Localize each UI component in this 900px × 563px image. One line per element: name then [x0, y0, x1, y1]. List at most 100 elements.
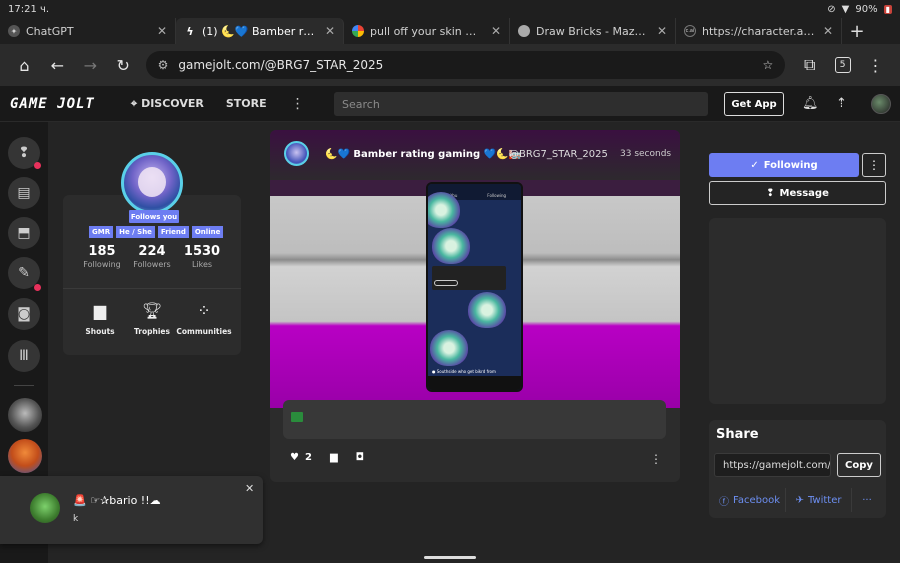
notification-dot — [34, 284, 41, 291]
address-url: gamejolt.com/@BRG7_STAR_2025 — [178, 58, 384, 72]
facebook-share-button[interactable]: ⓕ Facebook — [714, 488, 786, 512]
toast-message: k — [73, 514, 79, 524]
battery-level: 90% — [855, 3, 878, 15]
twitter-share-button[interactable]: ✈ Twitter — [786, 488, 852, 512]
forward-arrow-icon: → — [83, 55, 97, 75]
sidebar-backpack[interactable]: ⬒ — [8, 217, 40, 249]
following-button[interactable]: ✓ Following — [709, 153, 859, 177]
kebab-menu-icon: ⋮ — [867, 55, 884, 75]
like-count: 2 — [304, 452, 312, 463]
browser-tab-google[interactable]: pull off your skin mcqueen - ✕ — [344, 18, 510, 44]
heart-image — [430, 330, 468, 366]
translate-button[interactable]: ⧉ — [793, 48, 826, 82]
site-search-input[interactable]: Search — [334, 92, 708, 116]
back-button[interactable]: ← — [41, 48, 74, 82]
notification-toast[interactable]: 🚨 ☞✰bario !!☁ k ✕ — [0, 476, 263, 544]
new-tab-button[interactable]: + — [842, 18, 872, 44]
browser-tab-character-ai[interactable]: c.ai https://character.ai/profile/ ✕ — [676, 18, 842, 44]
site-logo[interactable]: GAME JOLT — [10, 96, 95, 112]
heart-image — [432, 228, 470, 264]
browser-menu-button[interactable]: ⋮ — [859, 48, 892, 82]
post-menu-icon[interactable]: ⋮ — [650, 452, 662, 466]
more-nav-icon[interactable]: ⋮ — [291, 96, 305, 112]
profile-avatar[interactable] — [121, 152, 183, 214]
tab-title: ChatGPT — [26, 24, 74, 38]
close-tab-icon[interactable]: ✕ — [325, 24, 335, 38]
follows-you-badge: Follows you — [129, 210, 179, 223]
get-app-button[interactable]: Get App — [724, 92, 784, 116]
share-url-text: https://gamejolt.com/ — [723, 459, 831, 471]
close-tab-icon[interactable]: ✕ — [657, 24, 667, 38]
followers-stat[interactable]: 224 Followers — [124, 244, 180, 269]
close-icon[interactable]: ✕ — [245, 482, 254, 495]
community-avatar[interactable] — [8, 439, 42, 473]
post-timestamp[interactable]: 33 seconds — [620, 149, 671, 159]
bell-icon[interactable]: 🔔︎ — [802, 96, 819, 111]
close-tab-icon[interactable]: ✕ — [157, 24, 167, 38]
translate-icon: ⧉ — [803, 55, 816, 74]
sidebar-robot[interactable]: ◙ — [8, 298, 40, 330]
communities-button[interactable]: ⁘ Communities — [176, 301, 232, 336]
backpack-icon: ⬒ — [17, 225, 31, 241]
trophies-button[interactable]: 🏆︎ Trophies — [124, 301, 180, 336]
comment-button[interactable]: ▆ — [330, 452, 338, 463]
browser-tab-draw-bricks[interactable]: Draw Bricks - Mazda Miata | ✕ — [510, 18, 676, 44]
bookmark-star-icon[interactable]: ☆ — [762, 58, 773, 72]
like-button[interactable]: ♥ 2 — [290, 452, 312, 463]
browser-tab-gamejolt[interactable]: ϟ (1) 🌜💙 Bamber rating gam ✕ — [176, 18, 344, 44]
twitter-icon: ✈ — [795, 494, 804, 506]
shouts-button[interactable]: ▆ Shouts — [72, 301, 128, 336]
community-avatar[interactable] — [8, 398, 42, 432]
sidebar-library[interactable]: Ⅲ — [8, 340, 40, 372]
share-more-button[interactable]: ··· — [852, 488, 882, 512]
chat-icon: ❢ — [18, 145, 30, 161]
gesture-home-bar[interactable] — [424, 556, 476, 559]
chatgpt-icon: ✦ — [8, 25, 20, 37]
twitter-label: Twitter — [807, 494, 842, 506]
robot-icon: ◙ — [17, 306, 31, 322]
home-button[interactable]: ⌂ — [8, 48, 41, 82]
stat-number: 224 — [138, 244, 166, 259]
sticker-button[interactable]: ◘ — [356, 452, 364, 463]
copy-button[interactable]: Copy — [837, 453, 881, 477]
forward-button[interactable]: → — [74, 48, 107, 82]
sticker-icon — [291, 412, 303, 422]
close-tab-icon[interactable]: ✕ — [491, 24, 501, 38]
trophy-icon: 🏆︎ — [141, 301, 163, 320]
profile-tag: Online — [191, 226, 224, 238]
profile-tags: GMR He / She Friend Online — [89, 226, 224, 238]
phone-button — [434, 280, 458, 286]
post-author-name[interactable]: 🌜💙 Bamber rating gaming 💙🌜🏣 — [325, 149, 521, 160]
phone-caption: ● Southside who get bikrd from — [432, 369, 496, 374]
address-bar[interactable]: ⚙ gamejolt.com/@BRG7_STAR_2025 ☆ — [145, 51, 786, 79]
friends-icon[interactable]: ⇡ — [836, 96, 847, 111]
post-author-avatar[interactable] — [284, 141, 309, 166]
sidebar-store[interactable]: ▤ — [8, 177, 40, 209]
gamejolt-icon: ϟ — [186, 24, 194, 38]
profile-tag: GMR — [89, 226, 114, 238]
speech-bubble-icon: ▆ — [93, 301, 107, 320]
store-link[interactable]: STORE — [226, 97, 267, 110]
profile-more-button[interactable]: ⋮ — [862, 153, 886, 177]
discover-link[interactable]: ⌖ DISCOVER — [131, 97, 204, 111]
heart-image — [428, 192, 460, 228]
message-label: Message — [779, 187, 829, 199]
close-tab-icon[interactable]: ✕ — [823, 24, 833, 38]
site-settings-icon[interactable]: ⚙ — [158, 58, 169, 72]
site-header: GAME JOLT ⌖ DISCOVER STORE ⋮ Search Get A… — [0, 86, 900, 122]
browser-tab-chatgpt[interactable]: ✦ ChatGPT ✕ — [0, 18, 176, 44]
post-author-handle[interactable]: @BRG7_STAR_2025 — [509, 149, 608, 160]
reload-button[interactable]: ↻ — [107, 48, 140, 82]
tab-title: (1) 🌜💙 Bamber rating gam — [202, 24, 317, 38]
home-icon: ⌂ — [19, 55, 30, 75]
following-stat[interactable]: 185 Following — [74, 244, 130, 269]
tab-switcher-button[interactable]: 5 — [826, 48, 859, 82]
tab-title: pull off your skin mcqueen - — [370, 24, 483, 38]
tab-count: 5 — [834, 57, 851, 73]
library-icon: Ⅲ — [19, 348, 29, 364]
message-button[interactable]: ❢ Message — [709, 181, 886, 205]
reload-icon: ↻ — [116, 55, 130, 75]
share-url-input[interactable]: https://gamejolt.com/ — [714, 453, 831, 477]
user-avatar[interactable] — [871, 94, 891, 114]
quest-icon: ✎ — [18, 265, 30, 281]
